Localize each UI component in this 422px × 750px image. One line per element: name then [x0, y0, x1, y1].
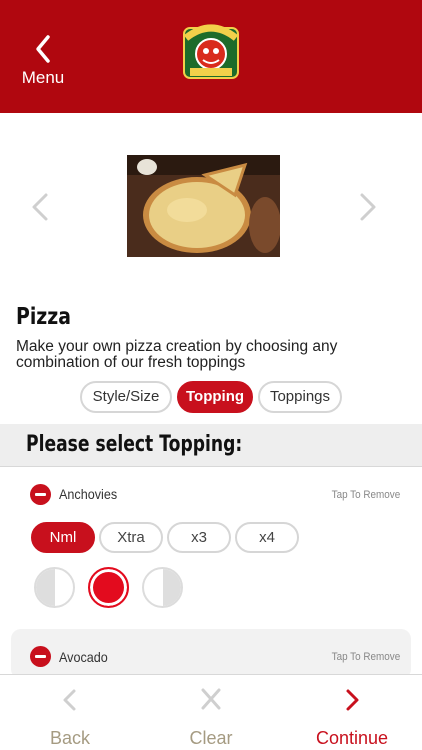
quantity-option-nml[interactable]: Nml: [31, 522, 95, 553]
item-title: Pizza: [16, 304, 71, 330]
close-icon: [201, 688, 221, 710]
section-title: Please select Topping:: [26, 432, 243, 457]
bottom-action-bar: Back Clear Continue: [0, 674, 422, 750]
tap-to-remove-label[interactable]: Tap To Remove: [331, 489, 400, 501]
remove-topping-icon[interactable]: [30, 484, 51, 505]
chevron-right-icon: [346, 689, 359, 711]
menu-back-label: Menu: [21, 68, 65, 87]
gallery-previous-arrow[interactable]: [30, 192, 50, 222]
topping-name: Avocado: [59, 649, 108, 665]
continue-button[interactable]: Continue: [282, 675, 422, 750]
quantity-option-x3[interactable]: x3: [167, 522, 231, 553]
topping-name: Anchovies: [59, 486, 118, 502]
chevron-left-icon: [36, 35, 50, 63]
tap-to-remove-label[interactable]: Tap To Remove: [331, 651, 400, 663]
quantity-option-x4[interactable]: x4: [235, 522, 299, 553]
restaurant-logo: [183, 24, 239, 79]
pizza-photo: [127, 155, 280, 257]
chevron-left-icon: [63, 689, 76, 711]
continue-label: Continue: [315, 728, 389, 748]
back-button[interactable]: Back: [0, 675, 140, 750]
quantity-option-xtra[interactable]: Xtra: [99, 522, 163, 553]
menu-back-button[interactable]: Menu: [18, 34, 68, 92]
portion-left-half-icon[interactable]: [34, 567, 75, 608]
tab-toppings[interactable]: Toppings: [258, 381, 342, 413]
clear-button[interactable]: Clear: [141, 675, 281, 750]
item-description: Make your own pizza creation by choosing…: [16, 338, 338, 371]
tab-style-size[interactable]: Style/Size: [80, 381, 172, 413]
remove-topping-icon[interactable]: [30, 646, 51, 667]
section-header: Please select Topping:: [0, 424, 422, 467]
gallery-next-arrow[interactable]: [358, 192, 378, 222]
portion-whole-icon[interactable]: [88, 567, 129, 608]
clear-label: Clear: [189, 728, 233, 748]
tab-topping[interactable]: Topping: [177, 381, 253, 413]
app-header: Menu: [0, 0, 422, 113]
portion-right-half-icon[interactable]: [142, 567, 183, 608]
back-label: Back: [49, 728, 91, 748]
